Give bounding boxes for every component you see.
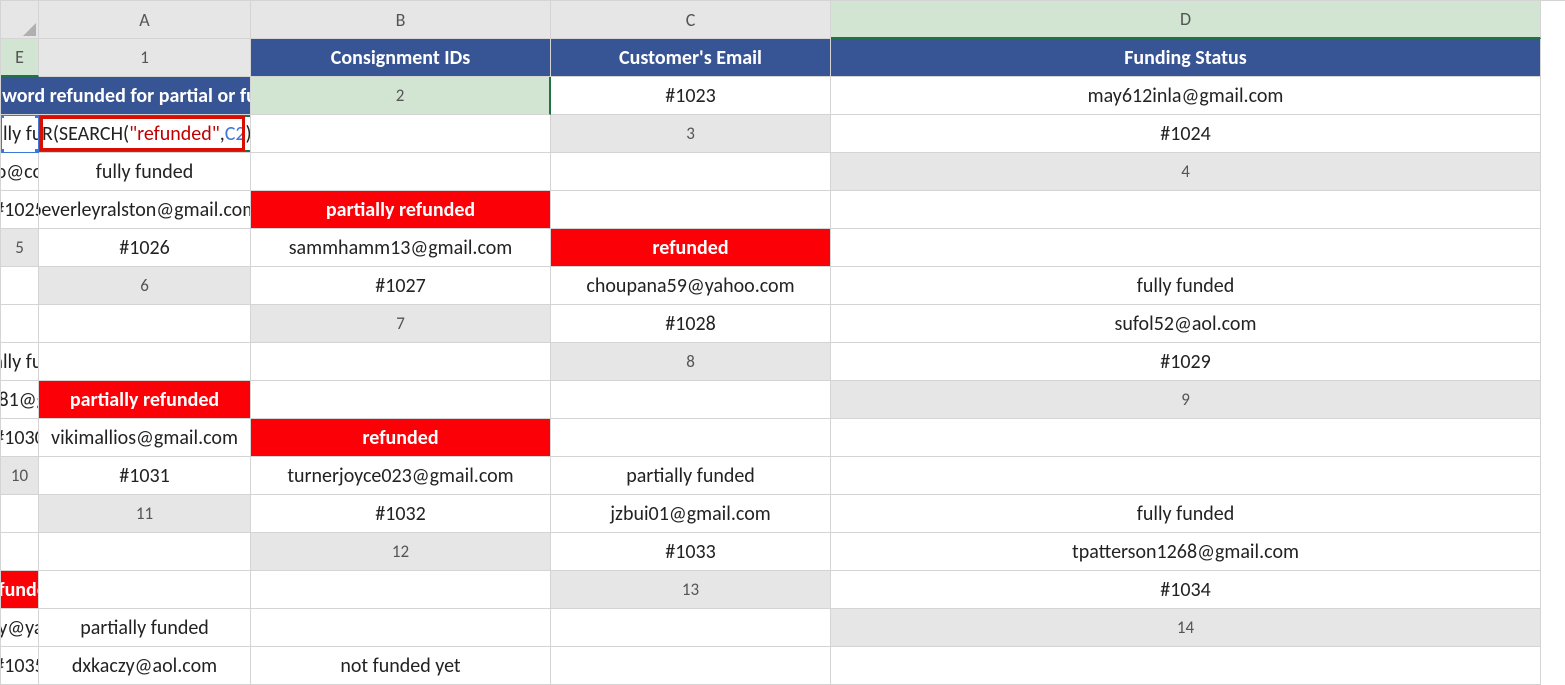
cell-c8[interactable]: partially refunded bbox=[39, 381, 251, 419]
cell-a13[interactable]: #1034 bbox=[831, 571, 1541, 609]
row-header-5[interactable]: 5 bbox=[1, 229, 39, 267]
cell-e13[interactable] bbox=[551, 609, 831, 647]
cell-a11[interactable]: #1032 bbox=[251, 495, 551, 533]
cell-d6[interactable] bbox=[1, 305, 39, 343]
spreadsheet-grid[interactable]: A B C D E 1 Consignment IDs Customer's E… bbox=[0, 0, 1565, 685]
cell-c14[interactable]: not funded yet bbox=[251, 647, 551, 685]
cell-c9[interactable]: refunded bbox=[251, 419, 551, 457]
col-header-e[interactable]: E bbox=[1, 39, 39, 77]
cell-b2[interactable]: may612inla@gmail.com bbox=[831, 77, 1541, 115]
cell-d10[interactable] bbox=[831, 457, 1541, 495]
cell-d14[interactable] bbox=[551, 647, 831, 685]
table-header-a[interactable]: Consignment IDs bbox=[251, 39, 551, 77]
cell-e12[interactable] bbox=[251, 571, 551, 609]
cell-b5[interactable]: sammhamm13@gmail.com bbox=[251, 229, 551, 267]
cell-d2-formula[interactable]: =IF(ISNUMBER(SEARCH("refunded",C2)),"YES… bbox=[39, 115, 251, 153]
select-all-corner[interactable] bbox=[1, 1, 39, 39]
cell-d5[interactable] bbox=[831, 229, 1541, 267]
cell-e10[interactable] bbox=[1, 495, 39, 533]
cell-d4[interactable] bbox=[551, 191, 831, 229]
col-header-a[interactable]: A bbox=[39, 1, 251, 39]
cell-b3[interactable]: mary.greco@comcast.net bbox=[1, 153, 39, 191]
cell-d8[interactable] bbox=[251, 381, 551, 419]
cell-e2[interactable] bbox=[251, 115, 551, 153]
cell-d7[interactable] bbox=[39, 343, 251, 381]
row-header-13[interactable]: 13 bbox=[551, 571, 831, 609]
cell-b11[interactable]: jzbui01@gmail.com bbox=[551, 495, 831, 533]
cell-e7[interactable] bbox=[251, 343, 551, 381]
cell-a3[interactable]: #1024 bbox=[831, 115, 1541, 153]
row-header-14[interactable]: 14 bbox=[831, 609, 1541, 647]
row-header-2[interactable]: 2 bbox=[251, 77, 551, 115]
row-header-9[interactable]: 9 bbox=[831, 381, 1541, 419]
cell-b13[interactable]: ann.ruddy@yahoo.com bbox=[1, 609, 39, 647]
cell-b7[interactable]: sufol52@aol.com bbox=[831, 305, 1541, 343]
cell-d12[interactable] bbox=[39, 571, 251, 609]
cell-c2[interactable]: partially funded bbox=[1, 115, 39, 153]
cell-b12[interactable]: tpatterson1268@gmail.com bbox=[831, 533, 1541, 571]
cell-c13[interactable]: partially funded bbox=[39, 609, 251, 647]
cell-b6[interactable]: choupana59@yahoo.com bbox=[551, 267, 831, 305]
row-header-3[interactable]: 3 bbox=[551, 115, 831, 153]
col-header-d[interactable]: D bbox=[831, 1, 1541, 39]
cell-e11[interactable] bbox=[39, 533, 251, 571]
cell-c10[interactable]: partially funded bbox=[551, 457, 831, 495]
cell-d13[interactable] bbox=[251, 609, 551, 647]
row-header-11[interactable]: 11 bbox=[39, 495, 251, 533]
cell-b4[interactable]: beverleyralston@gmail.com bbox=[39, 191, 251, 229]
cell-c3[interactable]: fully funded bbox=[39, 153, 251, 191]
cell-e8[interactable] bbox=[551, 381, 831, 419]
cell-e4[interactable] bbox=[831, 191, 1541, 229]
cell-b10[interactable]: turnerjoyce023@gmail.com bbox=[251, 457, 551, 495]
row-header-4[interactable]: 4 bbox=[831, 153, 1541, 191]
cell-e14[interactable] bbox=[831, 647, 1541, 685]
row-header-6[interactable]: 6 bbox=[39, 267, 251, 305]
table-header-de[interactable]: Search the word refunded for partial or … bbox=[1, 77, 251, 115]
cell-c11[interactable]: fully funded bbox=[831, 495, 1541, 533]
cell-c4[interactable]: partially refunded bbox=[251, 191, 551, 229]
table-header-c[interactable]: Funding Status bbox=[831, 39, 1541, 77]
cell-a5[interactable]: #1026 bbox=[39, 229, 251, 267]
cell-a7[interactable]: #1028 bbox=[551, 305, 831, 343]
cell-a4[interactable]: #1025 bbox=[1, 191, 39, 229]
cell-a12[interactable]: #1033 bbox=[551, 533, 831, 571]
cell-a14[interactable]: #1035 bbox=[1, 647, 39, 685]
table-header-b[interactable]: Customer's Email bbox=[551, 39, 831, 77]
cell-c5[interactable]: refunded bbox=[551, 229, 831, 267]
col-header-b[interactable]: B bbox=[251, 1, 551, 39]
formula-text: =IF(ISNUMBER(SEARCH("refunded",C2)),"YES… bbox=[39, 122, 251, 146]
cell-c6[interactable]: fully funded bbox=[831, 267, 1541, 305]
cell-a2[interactable]: #1023 bbox=[551, 77, 831, 115]
row-header-10[interactable]: 10 bbox=[1, 457, 39, 495]
cell-c2-text: partially funded bbox=[1, 122, 39, 146]
row-header-12[interactable]: 12 bbox=[251, 533, 551, 571]
row-header-7[interactable]: 7 bbox=[251, 305, 551, 343]
cell-a6[interactable]: #1027 bbox=[251, 267, 551, 305]
cell-a10[interactable]: #1031 bbox=[39, 457, 251, 495]
row-header-8[interactable]: 8 bbox=[551, 343, 831, 381]
cell-d9[interactable] bbox=[551, 419, 831, 457]
cell-e5[interactable] bbox=[1, 267, 39, 305]
cell-e9[interactable] bbox=[831, 419, 1541, 457]
cell-d11[interactable] bbox=[1, 533, 39, 571]
cell-b14[interactable]: dxkaczy@aol.com bbox=[39, 647, 251, 685]
cell-e3[interactable] bbox=[551, 153, 831, 191]
cell-c7[interactable]: partially funded bbox=[1, 343, 39, 381]
cell-d3[interactable] bbox=[251, 153, 551, 191]
cell-e6[interactable] bbox=[39, 305, 251, 343]
col-header-c[interactable]: C bbox=[551, 1, 831, 39]
cell-c12[interactable]: refunded bbox=[1, 571, 39, 609]
cell-b9[interactable]: vikimallios@gmail.com bbox=[39, 419, 251, 457]
row-header-1[interactable]: 1 bbox=[39, 39, 251, 77]
cell-b8[interactable]: evanscleo81@gmail.com bbox=[1, 381, 39, 419]
cell-a8[interactable]: #1029 bbox=[831, 343, 1541, 381]
cell-a9[interactable]: #1030 bbox=[1, 419, 39, 457]
